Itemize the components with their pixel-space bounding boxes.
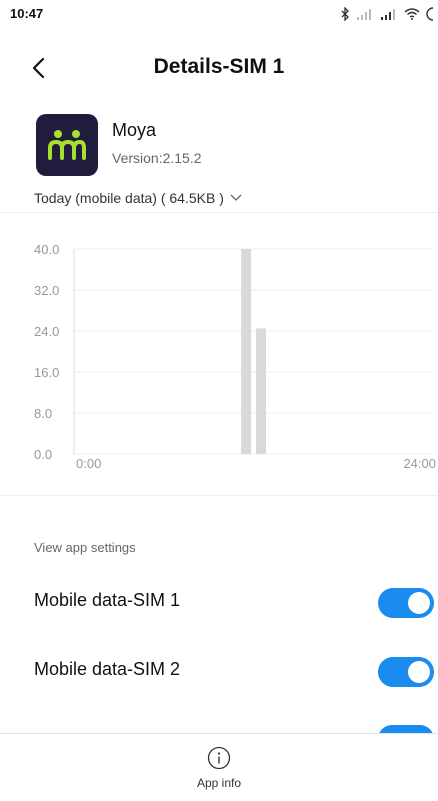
divider — [0, 212, 438, 213]
signal-sim2-icon — [381, 9, 395, 20]
toggle-knob — [408, 592, 430, 614]
y-tick-label: 16.0 — [34, 365, 59, 380]
chart-bar — [256, 328, 266, 454]
toggle-row-sim2: Mobile data-SIM 2 — [0, 647, 438, 697]
toggle-label: Mobile data-SIM 2 — [34, 659, 181, 679]
status-icons — [340, 5, 434, 23]
wifi-icon — [404, 8, 420, 20]
status-bar: 10:47 — [0, 0, 438, 30]
mobile-data-sim1-toggle[interactable] — [378, 588, 434, 618]
moya-logo-icon — [48, 130, 86, 160]
y-tick-label: 32.0 — [34, 283, 59, 298]
y-tick-label: 8.0 — [34, 406, 52, 421]
x-tick-label: 0:00 — [76, 456, 101, 471]
page-title: Details-SIM 1 — [153, 55, 285, 78]
usage-chart-svg: 40.0 32.0 24.0 16.0 8.0 0.0 0:00 24:00 — [34, 242, 436, 471]
bottom-bar: App info — [0, 733, 438, 801]
y-tick-label: 24.0 — [34, 324, 59, 339]
app-info-button[interactable]: App info — [184, 746, 254, 798]
mobile-data-sim2-toggle[interactable] — [378, 657, 434, 687]
header: Details-SIM 1 — [0, 45, 438, 91]
view-app-settings-label: View app settings — [34, 540, 136, 555]
app-name: Moya — [112, 120, 157, 140]
chart-bar — [241, 249, 252, 454]
usage-period-selector[interactable]: Today (mobile data) ( 64.5KB ) — [34, 190, 242, 206]
signal-sim1-icon — [357, 9, 371, 20]
app-info-label: App info — [196, 776, 242, 790]
usage-chart: 40.0 32.0 24.0 16.0 8.0 0.0 0:00 24:00 — [0, 232, 438, 482]
battery-icon — [426, 7, 434, 21]
bluetooth-icon — [341, 7, 349, 21]
toggle-knob — [408, 661, 430, 683]
app-version: Version:2.15.2 — [112, 150, 202, 166]
app-icon — [36, 114, 98, 176]
x-tick-label: 24:00 — [403, 456, 436, 471]
divider — [0, 495, 438, 496]
info-icon — [207, 746, 231, 770]
chevron-down-icon — [230, 194, 242, 201]
status-time: 10:47 — [10, 6, 44, 21]
y-tick-label: 40.0 — [34, 242, 59, 257]
toggle-label: Mobile data-SIM 1 — [34, 590, 181, 610]
usage-period-label: Today (mobile data) ( 64.5KB ) — [34, 190, 224, 206]
toggle-row-sim1: Mobile data-SIM 1 — [0, 578, 438, 628]
y-tick-label: 0.0 — [34, 447, 52, 462]
